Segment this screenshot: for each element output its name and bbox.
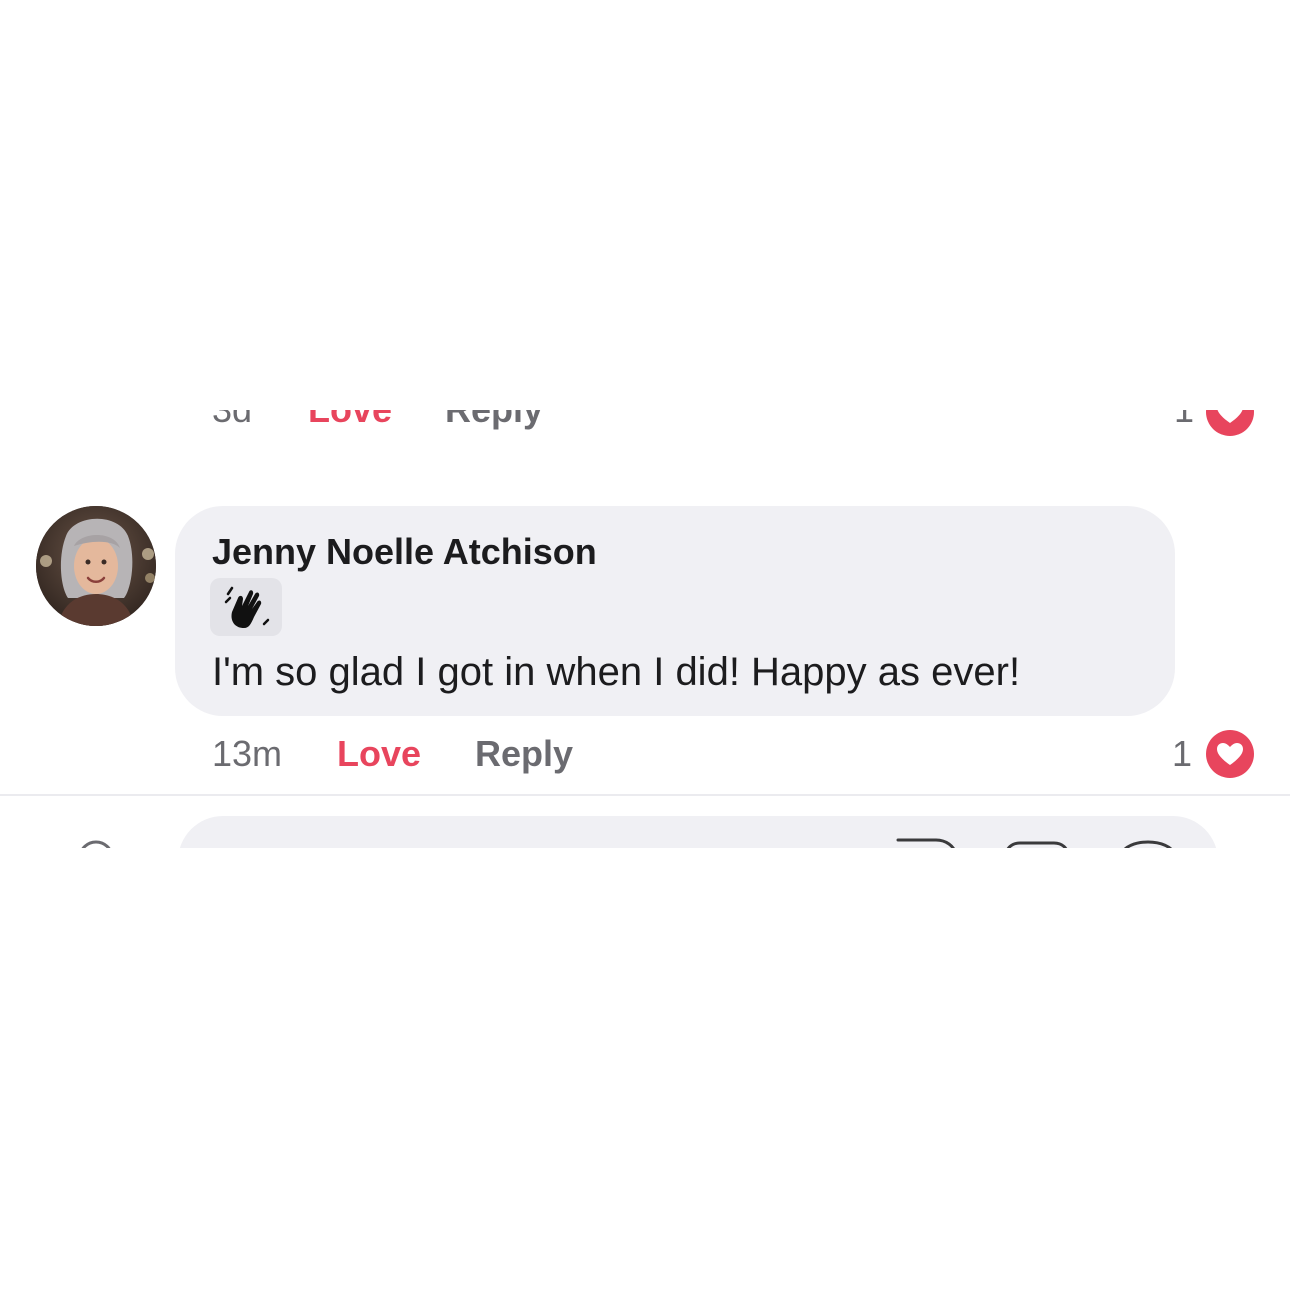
previous-comment-time: 3d [212, 410, 252, 432]
reaction-count: 1 [1172, 733, 1193, 774]
user-icon[interactable] [74, 838, 118, 848]
comment-author[interactable]: Jenny Noelle Atchison [212, 530, 597, 574]
heart-icon[interactable] [1206, 410, 1254, 436]
divider [0, 794, 1290, 796]
comment-composer [0, 812, 1290, 848]
previous-comment-actions: 3d Love Reply 1 [0, 410, 1290, 458]
avatar[interactable] [36, 506, 156, 626]
emoji-icon[interactable] [1116, 840, 1180, 848]
previous-love-button[interactable]: Love [308, 410, 392, 432]
gif-icon[interactable] [1002, 840, 1072, 848]
previous-reaction-count: 1 [1174, 410, 1194, 432]
love-button[interactable]: Love [337, 732, 421, 776]
comment-text: I'm so glad I got in when I did! Happy a… [212, 650, 1021, 694]
comment-time: 13m [212, 733, 283, 774]
comment-actions: 13m Love Reply 1 [0, 730, 1290, 778]
sticker-icon[interactable] [896, 836, 960, 848]
comments-view: 3d Love Reply 1 [0, 0, 1290, 1290]
heart-icon[interactable] [1206, 730, 1254, 778]
previous-reply-button[interactable]: Reply [445, 410, 543, 432]
waving-hand-icon [210, 578, 282, 636]
reply-button[interactable]: Reply [475, 732, 573, 776]
